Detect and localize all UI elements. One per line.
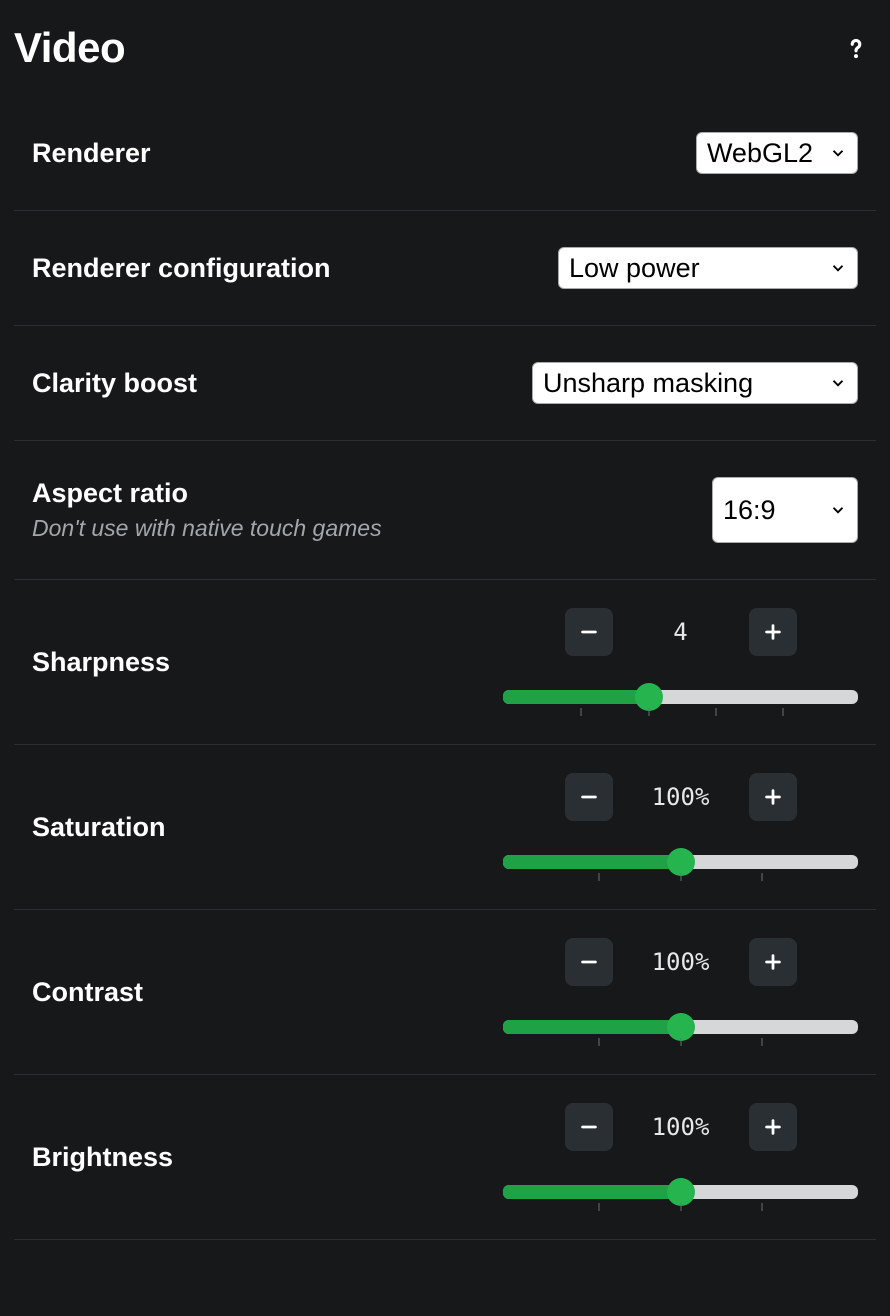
brightness-label: Brightness — [32, 1142, 173, 1173]
brightness-increment-button[interactable] — [749, 1103, 797, 1151]
plus-icon — [762, 951, 784, 973]
clarity-boost-select[interactable]: Unsharp masking — [532, 362, 858, 404]
chevron-down-icon — [829, 144, 847, 162]
aspect-ratio-row: Aspect ratio Don't use with native touch… — [14, 441, 876, 580]
renderer-config-select-value: Low power — [569, 253, 700, 284]
clarity-boost-label: Clarity boost — [32, 368, 197, 399]
minus-icon — [578, 951, 600, 973]
saturation-label: Saturation — [32, 812, 166, 843]
sharpness-row: Sharpness 4 — [14, 580, 876, 745]
saturation-row: Saturation 100% — [14, 745, 876, 910]
minus-icon — [578, 1116, 600, 1138]
plus-icon — [762, 786, 784, 808]
aspect-ratio-label: Aspect ratio — [32, 478, 382, 509]
renderer-select-value: WebGL2 — [707, 138, 813, 169]
brightness-slider[interactable] — [503, 1179, 858, 1211]
sharpness-label: Sharpness — [32, 647, 170, 678]
question-icon — [841, 33, 871, 63]
renderer-config-label: Renderer configuration — [32, 253, 331, 284]
sharpness-value: 4 — [633, 618, 729, 646]
chevron-down-icon — [829, 374, 847, 392]
saturation-decrement-button[interactable] — [565, 773, 613, 821]
brightness-row: Brightness 100% — [14, 1075, 876, 1240]
brightness-value: 100% — [633, 1113, 729, 1141]
plus-icon — [762, 621, 784, 643]
renderer-config-select[interactable]: Low power — [558, 247, 858, 289]
renderer-config-row: Renderer configuration Low power — [14, 211, 876, 326]
chevron-down-icon — [829, 259, 847, 277]
saturation-value: 100% — [633, 783, 729, 811]
minus-icon — [578, 621, 600, 643]
contrast-decrement-button[interactable] — [565, 938, 613, 986]
brightness-decrement-button[interactable] — [565, 1103, 613, 1151]
plus-icon — [762, 1116, 784, 1138]
renderer-row: Renderer WebGL2 — [14, 96, 876, 211]
contrast-slider-thumb[interactable] — [667, 1013, 695, 1041]
contrast-increment-button[interactable] — [749, 938, 797, 986]
saturation-increment-button[interactable] — [749, 773, 797, 821]
page-title: Video — [14, 24, 125, 72]
contrast-value: 100% — [633, 948, 729, 976]
sharpness-increment-button[interactable] — [749, 608, 797, 656]
chevron-down-icon — [829, 501, 847, 519]
help-button[interactable] — [836, 28, 876, 68]
brightness-slider-thumb[interactable] — [667, 1178, 695, 1206]
sharpness-slider[interactable] — [503, 684, 858, 716]
clarity-boost-select-value: Unsharp masking — [543, 368, 753, 399]
clarity-boost-row: Clarity boost Unsharp masking — [14, 326, 876, 441]
contrast-row: Contrast 100% — [14, 910, 876, 1075]
minus-icon — [578, 786, 600, 808]
renderer-select[interactable]: WebGL2 — [696, 132, 858, 174]
contrast-slider[interactable] — [503, 1014, 858, 1046]
aspect-ratio-sublabel: Don't use with native touch games — [32, 515, 382, 542]
sharpness-decrement-button[interactable] — [565, 608, 613, 656]
saturation-slider-thumb[interactable] — [667, 848, 695, 876]
sharpness-slider-thumb[interactable] — [635, 683, 663, 711]
renderer-label: Renderer — [32, 138, 151, 169]
contrast-label: Contrast — [32, 977, 143, 1008]
aspect-ratio-select[interactable]: 16:9 — [712, 477, 858, 543]
saturation-slider[interactable] — [503, 849, 858, 881]
aspect-ratio-select-value: 16:9 — [723, 495, 776, 526]
